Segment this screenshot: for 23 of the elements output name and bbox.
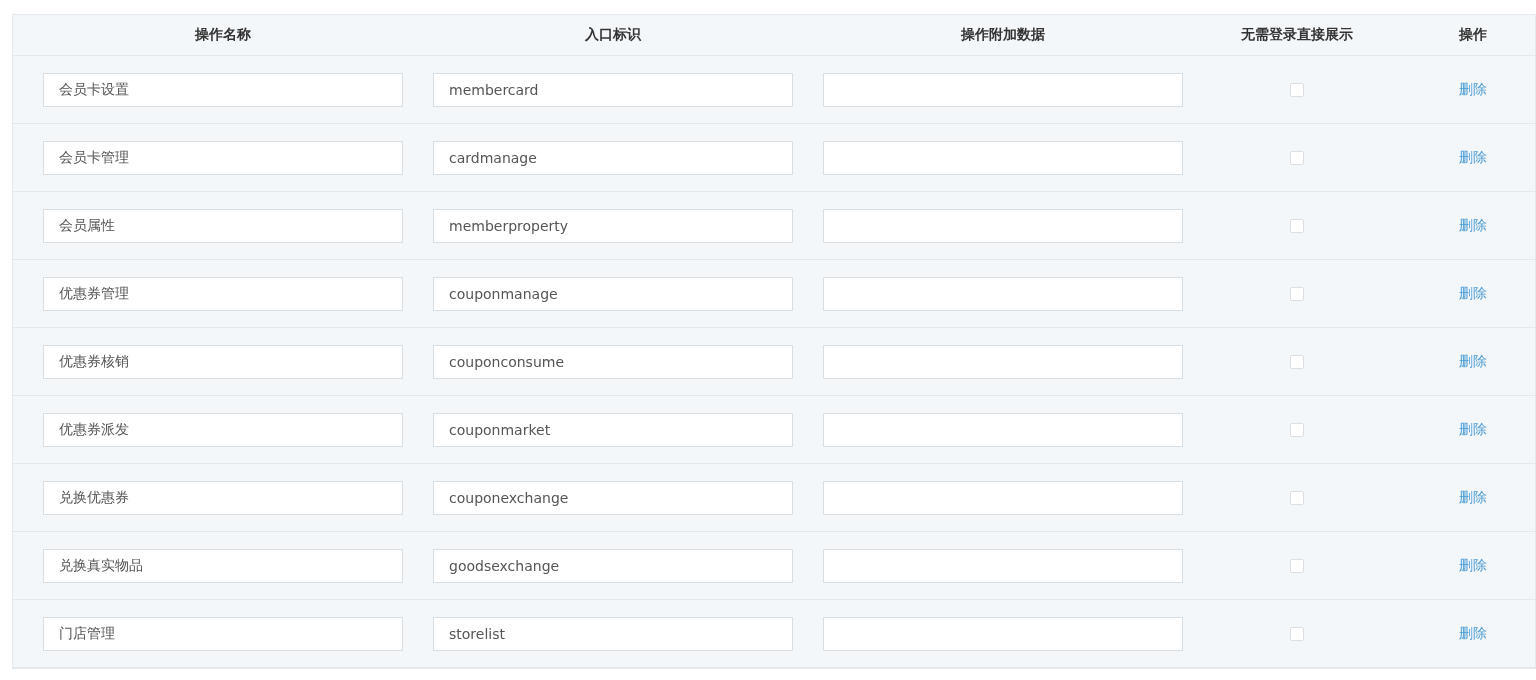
entry-input[interactable]: cardmanage bbox=[433, 140, 793, 175]
name-input[interactable]: 优惠券核销 bbox=[43, 344, 403, 379]
name-input[interactable]: 门店管理 bbox=[43, 616, 403, 651]
entry-input[interactable]: memberproperty bbox=[433, 208, 793, 243]
column-header: 操作附加数据 bbox=[961, 26, 1045, 44]
entry-input[interactable]: couponmarket bbox=[433, 412, 793, 447]
name-input[interactable]: 兑换优惠券 bbox=[43, 480, 403, 515]
name-input[interactable]: 兑换真实物品 bbox=[43, 548, 403, 583]
column-header: 操作 bbox=[1458, 26, 1487, 44]
entry-input[interactable]: couponconsume bbox=[433, 344, 793, 379]
name-input[interactable]: 会员卡设置 bbox=[43, 72, 403, 107]
column-header: 入口标识 bbox=[585, 26, 641, 44]
entry-input[interactable]: membercard bbox=[433, 72, 793, 107]
column-header: 无需登录直接展示 bbox=[1240, 26, 1353, 44]
column-header: 操作名称 bbox=[195, 26, 251, 44]
name-input[interactable]: 会员卡管理 bbox=[43, 140, 403, 175]
name-input[interactable]: 会员属性 bbox=[43, 208, 403, 243]
entry-input[interactable]: couponmanage bbox=[433, 276, 793, 311]
entry-input[interactable]: goodsexchange bbox=[433, 548, 793, 583]
entry-input[interactable]: storelist bbox=[433, 616, 793, 651]
name-input[interactable]: 优惠券派发 bbox=[43, 412, 403, 447]
name-input[interactable]: 优惠券管理 bbox=[43, 276, 403, 311]
entry-input[interactable]: couponexchange bbox=[433, 480, 793, 515]
